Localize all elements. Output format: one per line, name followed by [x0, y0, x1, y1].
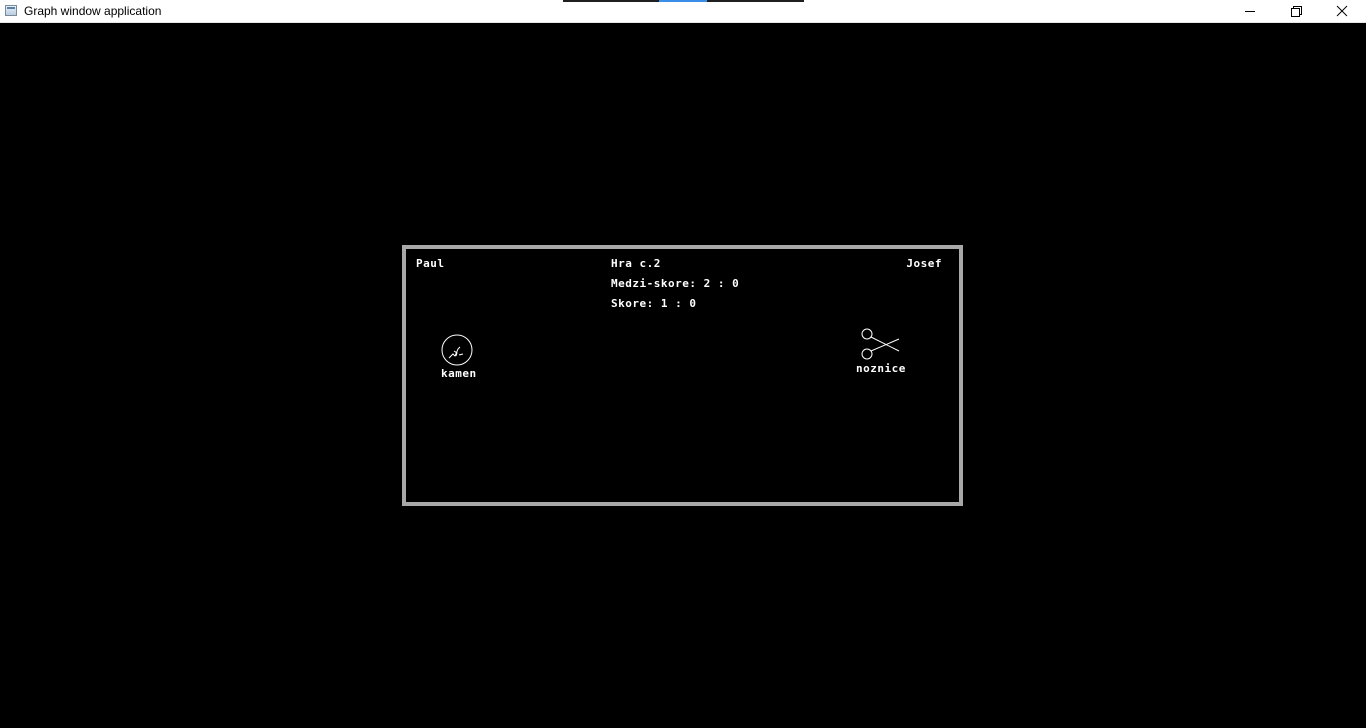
rock-icon [441, 334, 473, 366]
sub-score: Medzi-skore: 2 : 0 [611, 277, 740, 290]
minimize-icon [1245, 11, 1255, 12]
total-score: Skore: 1 : 0 [611, 297, 697, 310]
player-right-name: Josef [906, 257, 942, 270]
graph-canvas: Paul Hra c.2 Josef Medzi-skore: 2 : 0 Sk… [0, 23, 1366, 728]
player-left-name: Paul [416, 257, 445, 270]
minimize-button[interactable] [1227, 0, 1273, 22]
game-panel: Paul Hra c.2 Josef Medzi-skore: 2 : 0 Sk… [402, 245, 963, 506]
game-number: Hra c.2 [611, 257, 661, 270]
window-title: Graph window application [24, 4, 162, 18]
right-choice-label: noznice [856, 362, 906, 375]
window-titlebar[interactable]: Graph window application [0, 0, 1366, 23]
app-window-icon [5, 5, 17, 16]
restore-button[interactable] [1273, 0, 1319, 22]
scissors-icon [861, 328, 900, 360]
restore-icon [1291, 6, 1302, 17]
taskbar-indicator-accent [659, 0, 707, 2]
close-button[interactable] [1319, 0, 1365, 22]
close-icon [1336, 5, 1348, 17]
left-choice-label: kamen [441, 367, 477, 380]
